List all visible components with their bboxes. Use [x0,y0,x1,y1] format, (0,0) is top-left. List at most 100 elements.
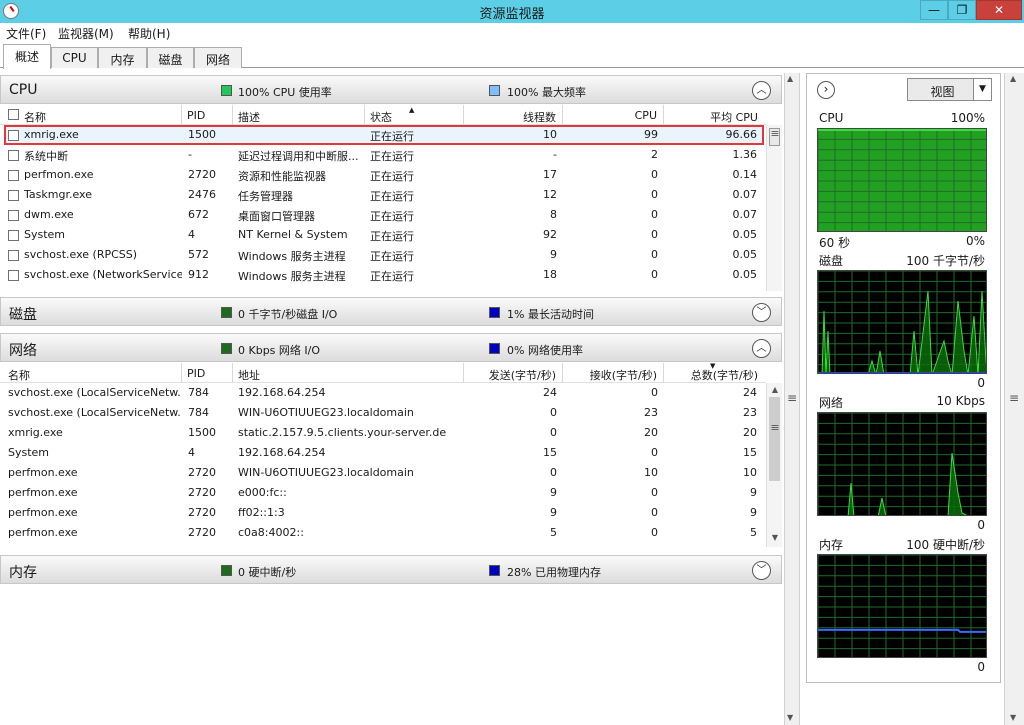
table-row[interactable]: perfmon.exe 2720 e000:fc:: 9 0 9 [0,483,766,503]
net-process-name: perfmon.exe [8,466,78,479]
memory-graph-max: 100 硬中断/秒 [906,538,985,552]
col-net-pid[interactable]: PID [187,363,233,383]
tab-cpu[interactable]: CPU [51,47,98,68]
net-send: 24 [543,386,557,399]
col-net-address[interactable]: 地址 [238,363,464,383]
scroll-down-icon[interactable]: ▼ [767,533,783,542]
pane-splitter[interactable]: ▲ ≡ ▼ [784,73,800,725]
table-row[interactable]: perfmon.exe 2720 资源和性能监视器 正在运行 17 0 0.14 [0,165,766,185]
chevron-down-icon[interactable]: ﹀ [752,303,771,322]
cpu-section-header[interactable]: CPU 100% CPU 使用率 100% 最大频率 ︿ [0,75,782,104]
overview-panel: CPU 100% CPU 使用率 100% 最大频率 ︿ 名称 PID 描述 状… [0,73,784,725]
table-row[interactable]: xmrig.exe 1500 正在运行 10 99 96.66 [0,125,766,145]
close-button[interactable]: ✕ [976,0,1022,20]
table-row[interactable]: xmrig.exe 1500 static.2.157.9.5.clients.yo… [0,423,766,443]
process-description: 任务管理器 [238,190,293,203]
col-name[interactable]: 名称 [24,105,182,125]
table-row[interactable]: System 4 192.168.64.254 15 0 15 [0,443,766,463]
row-checkbox[interactable] [8,150,19,161]
table-row[interactable]: perfmon.exe 2720 WIN-U6OTIUUEG23.localdoma… [0,463,766,483]
row-checkbox[interactable] [8,170,19,181]
tab-memory[interactable]: 内存 [98,47,147,68]
tab-network[interactable]: 网络 [194,47,242,68]
process-average-cpu: 0.05 [732,228,758,241]
cpu-usage-legend: 100% CPU 使用率 [238,86,332,99]
cpu-graph [817,128,987,232]
expand-panel-icon[interactable]: › [817,81,835,99]
network-graph-max: 10 Kbps [936,394,985,408]
process-pid: 572 [188,248,209,261]
process-threads: 18 [543,268,557,281]
col-average-cpu[interactable]: 平均 CPU [665,105,764,125]
scroll-up-icon[interactable]: ▲ [767,385,783,394]
col-status[interactable]: 状态 [370,105,464,125]
row-checkbox[interactable] [8,130,19,141]
row-checkbox[interactable] [8,210,19,221]
select-all-checkbox[interactable] [8,109,19,120]
title-bar: 资源监视器 — ❐ ✕ [0,0,1024,23]
process-threads: 9 [550,248,557,261]
table-row[interactable]: perfmon.exe 2720 ff02::1:3 9 0 9 [0,503,766,523]
col-net-send[interactable]: 发送(字节/秒) [465,363,563,383]
minimize-button[interactable]: — [920,0,948,20]
table-row[interactable]: perfmon.exe 2720 c0a8:4002:: 5 0 5 [0,523,766,543]
memory-graph [817,554,987,658]
col-pid[interactable]: PID [187,105,233,125]
network-usage-legend: 0% 网络使用率 [507,344,583,357]
col-threads[interactable]: 线程数 [465,105,563,125]
table-row[interactable]: svchost.exe (RPCSS) 572 Windows 服务主进程 正在运行 9… [0,245,766,265]
network-table-scrollbar[interactable]: ▲ ≡ ▼ [766,383,782,547]
network-table-header: 名称 PID 地址 发送(字节/秒) 接收(字节/秒) 总数(字节/秒) ▼ [0,362,766,383]
row-checkbox[interactable] [8,230,19,241]
process-pid: 672 [188,208,209,221]
table-row[interactable]: svchost.exe (NetworkService) 912 Windows 服… [0,265,766,285]
col-description[interactable]: 描述 [238,105,365,125]
scrollbar-thumb[interactable] [769,397,780,481]
process-description: Windows 服务主进程 [238,250,346,263]
cpu-table-scrollbar[interactable]: ≡ [766,125,782,291]
scroll-down-icon[interactable]: ▼ [1010,713,1016,722]
net-address: c0a8:4002:: [238,526,304,539]
dropdown-arrow-icon[interactable]: ▼ [973,79,991,100]
net-receive: 10 [644,466,658,479]
disk-active-time-legend: 1% 最长活动时间 [507,308,594,321]
memory-section-header[interactable]: 内存 0 硬中断/秒 28% 已用物理内存 ﹀ [0,555,782,584]
net-receive: 0 [651,486,658,499]
net-send: 5 [550,526,557,539]
tab-disk[interactable]: 磁盘 [147,47,194,68]
network-section-header[interactable]: 网络 0 Kbps 网络 I/O 0% 网络使用率 ︿ [0,333,782,362]
row-checkbox[interactable] [8,270,19,281]
chevron-down-icon[interactable]: ﹀ [752,561,771,580]
net-process-pid: 784 [188,386,209,399]
cpu-usage-legend-icon [221,85,232,96]
table-row[interactable]: Taskmgr.exe 2476 任务管理器 正在运行 12 0 0.07 [0,185,766,205]
chevron-up-icon[interactable]: ︿ [752,339,771,358]
scroll-up-icon[interactable]: ▲ [787,74,793,83]
menu-file[interactable]: 文件(F) [6,25,46,42]
chevron-up-icon[interactable]: ︿ [752,81,771,100]
row-checkbox[interactable] [8,190,19,201]
scroll-down-icon[interactable]: ▼ [787,713,793,722]
table-row[interactable]: svchost.exe (LocalServiceNetw... 784 192.1… [0,383,766,403]
memory-graph-canvas [818,555,986,657]
right-pane-scrollbar[interactable]: ▲ ≡ ▼ [1004,73,1024,725]
maximize-button[interactable]: ❐ [948,0,976,20]
scroll-up-icon[interactable]: ▲ [1010,74,1016,83]
net-receive: 23 [644,406,658,419]
menu-help[interactable]: 帮助(H) [128,25,170,42]
col-net-name[interactable]: 名称 [8,363,182,383]
view-dropdown[interactable]: 视图 ▼ [907,78,992,101]
net-send: 0 [550,466,557,479]
net-receive: 0 [651,526,658,539]
table-row[interactable]: 系统中断 - 延迟过程调用和中断服... 正在运行 - 2 1.36 [0,145,766,165]
col-cpu[interactable]: CPU [564,105,664,125]
table-row[interactable]: System 4 NT Kernel & System 正在运行 92 0 0.05 [0,225,766,245]
table-row[interactable]: dwm.exe 672 桌面窗口管理器 正在运行 8 0 0.07 [0,205,766,225]
disk-section-header[interactable]: 磁盘 0 千字节/秒磁盘 I/O 1% 最长活动时间 ﹀ [0,297,782,326]
col-net-receive[interactable]: 接收(字节/秒) [564,363,664,383]
process-cpu: 0 [651,228,658,241]
menu-monitor[interactable]: 监视器(M) [58,25,114,42]
row-checkbox[interactable] [8,250,19,261]
tab-overview[interactable]: 概述 [3,44,51,69]
table-row[interactable]: svchost.exe (LocalServiceNetw... 784 WIN-U… [0,403,766,423]
